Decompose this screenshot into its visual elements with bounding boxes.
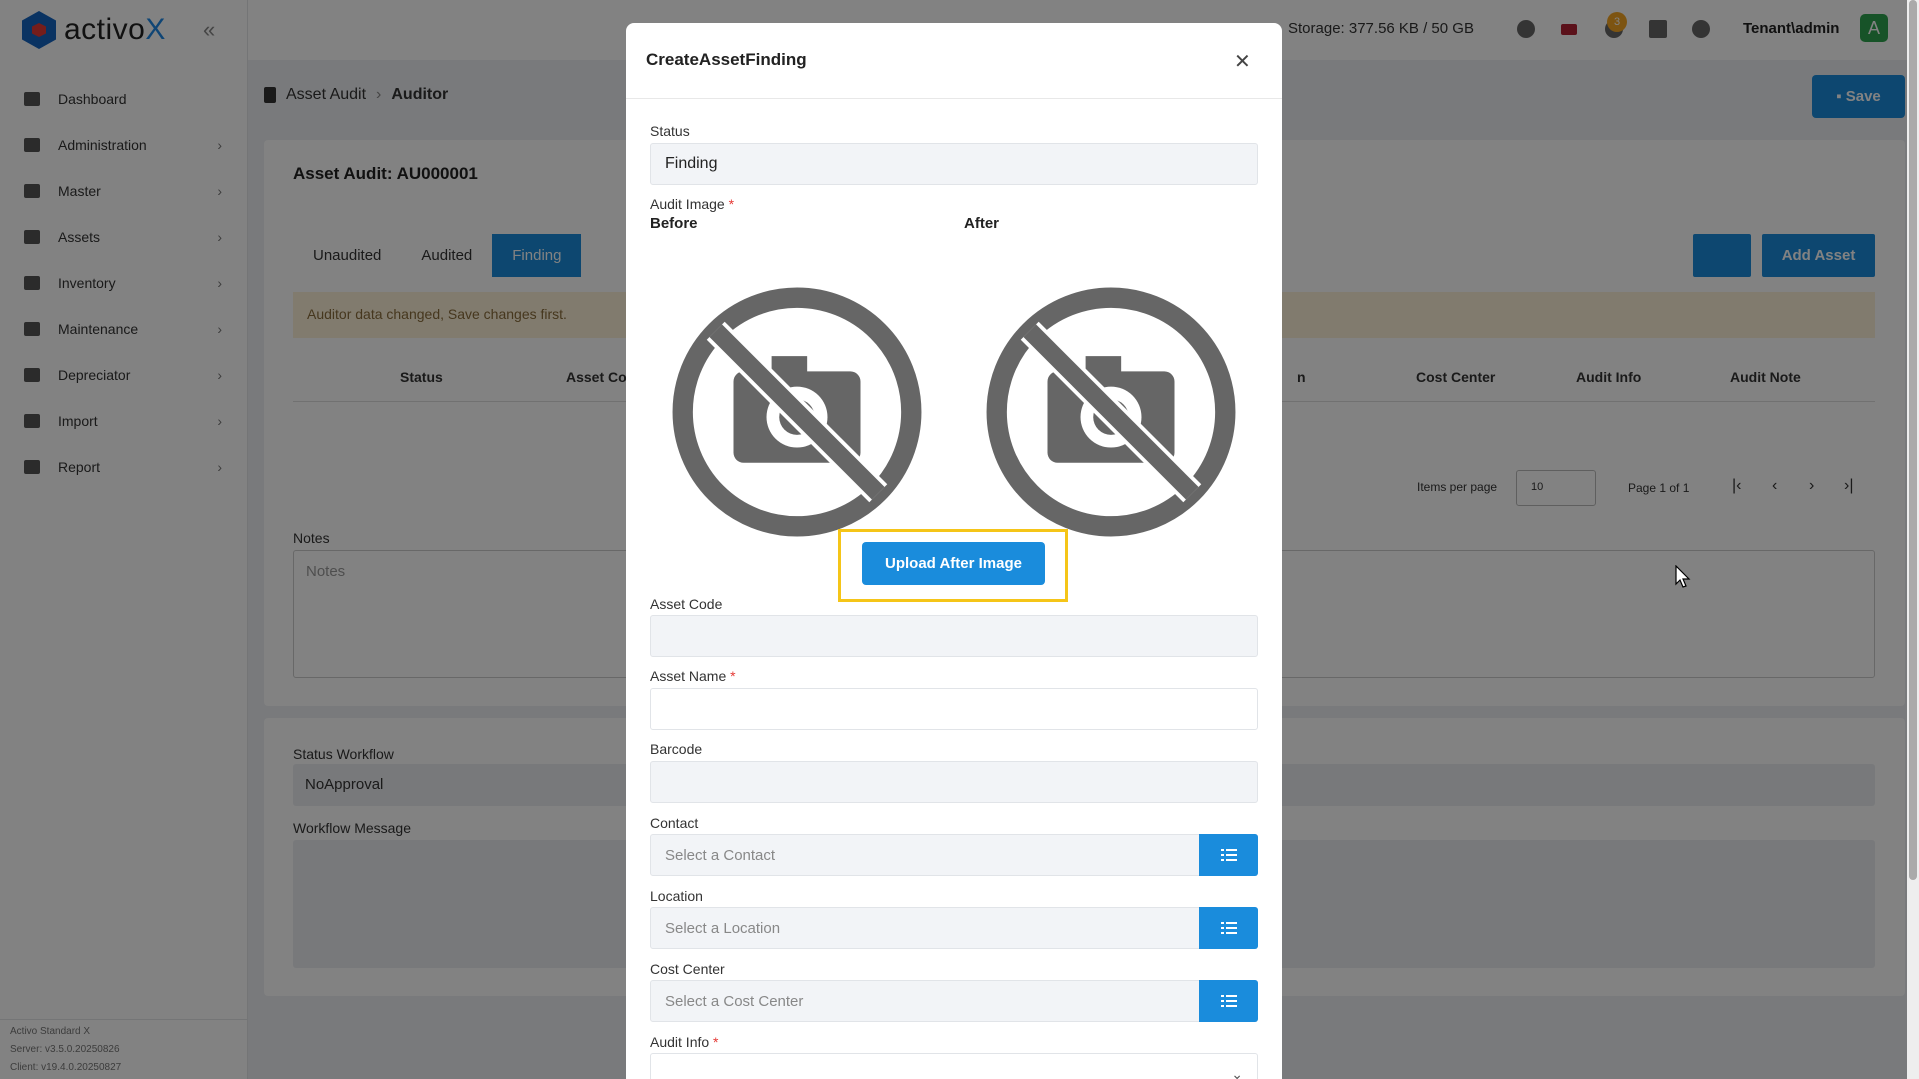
contact-label: Contact xyxy=(650,815,699,831)
before-label: Before xyxy=(650,215,698,232)
required-marker: * xyxy=(730,668,736,684)
cost-center-label: Cost Center xyxy=(650,961,725,977)
list-icon xyxy=(1220,995,1237,1007)
audit-info-label: Audit Info * xyxy=(650,1034,719,1050)
mouse-cursor-icon xyxy=(1675,565,1691,588)
status-field: Finding xyxy=(650,143,1258,185)
audit-info-select[interactable]: ⌄ xyxy=(650,1053,1258,1079)
location-label: Location xyxy=(650,888,703,904)
contact-lookup-button[interactable] xyxy=(1199,834,1258,876)
cost-center-select[interactable]: Select a Cost Center xyxy=(650,980,1258,1022)
audit-image-label: Audit Image * xyxy=(650,196,735,212)
required-marker: * xyxy=(713,1034,719,1050)
required-marker: * xyxy=(728,196,735,212)
contact-select[interactable]: Select a Contact xyxy=(650,834,1258,876)
asset-name-input[interactable] xyxy=(650,688,1258,730)
asset-code-field xyxy=(650,615,1258,657)
dialog-title: CreateAssetFinding xyxy=(646,50,807,69)
after-label: After xyxy=(964,215,1000,232)
asset-name-label: Asset Name * xyxy=(650,668,736,684)
create-asset-finding-dialog: CreateAssetFinding ✕ Status Finding Audi… xyxy=(626,23,1282,1079)
status-label: Status xyxy=(650,123,690,139)
page-scrollbar[interactable] xyxy=(1907,0,1919,1079)
close-icon[interactable]: ✕ xyxy=(1234,49,1251,74)
barcode-label: Barcode xyxy=(650,741,703,757)
no-image-after-icon xyxy=(986,287,1236,537)
location-lookup-button[interactable] xyxy=(1199,907,1258,949)
location-select[interactable]: Select a Location xyxy=(650,907,1258,949)
cost-center-lookup-button[interactable] xyxy=(1199,980,1258,1022)
dialog-header: CreateAssetFinding ✕ xyxy=(626,23,1282,99)
list-icon xyxy=(1220,849,1237,861)
no-image-before-icon xyxy=(672,287,922,537)
upload-after-image-button[interactable]: Upload After Image xyxy=(862,542,1045,585)
upload-highlight: Upload After Image xyxy=(838,529,1068,602)
chevron-down-icon: ⌄ xyxy=(1231,1065,1243,1079)
barcode-field xyxy=(650,761,1258,803)
asset-code-label: Asset Code xyxy=(650,596,723,612)
list-icon xyxy=(1220,922,1237,934)
